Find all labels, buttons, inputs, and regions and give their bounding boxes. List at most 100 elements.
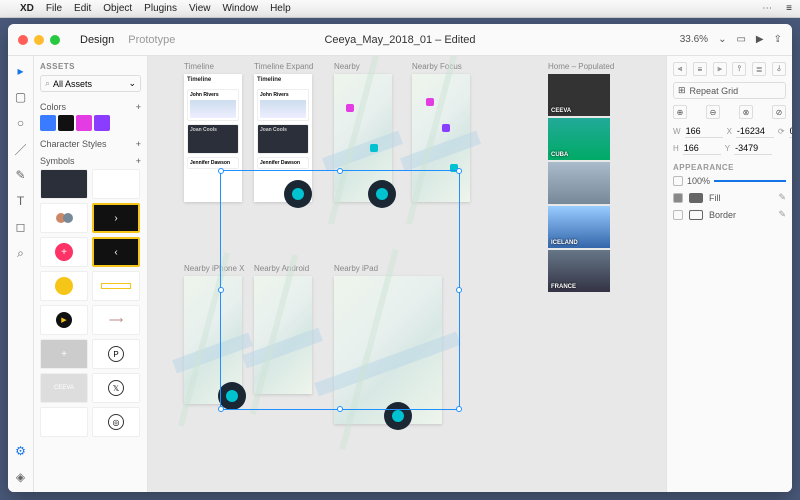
zoom-level[interactable]: 33.6% xyxy=(680,34,708,45)
symbol-item[interactable]: + xyxy=(40,237,88,267)
height-input[interactable] xyxy=(683,142,721,155)
menu-edit[interactable]: Edit xyxy=(74,3,91,14)
symbol-item[interactable] xyxy=(40,169,88,199)
eyedropper-icon[interactable]: ✎ xyxy=(778,209,786,220)
map-pin-icon xyxy=(346,104,354,112)
boolean-exclude-icon[interactable]: ⊘ xyxy=(772,105,786,119)
fill-swatch[interactable] xyxy=(689,193,703,203)
color-swatch[interactable] xyxy=(76,115,92,131)
line-tool-icon[interactable]: ／ xyxy=(12,140,30,158)
menu-window[interactable]: Window xyxy=(222,3,258,14)
boolean-add-icon[interactable]: ⊕ xyxy=(673,105,687,119)
play-icon[interactable]: ▶ xyxy=(756,34,764,45)
artboard-home-populated[interactable]: Home – Populated CEEVA CUBA ICELAND FRAN… xyxy=(548,74,610,294)
menubar-list-icon[interactable]: ≡ xyxy=(786,3,792,14)
rotation-input[interactable] xyxy=(789,125,792,138)
menu-file[interactable]: File xyxy=(46,3,62,14)
mode-design[interactable]: Design xyxy=(80,34,114,46)
menu-view[interactable]: View xyxy=(189,3,211,14)
border-checkbox[interactable] xyxy=(673,210,683,220)
align-left-icon[interactable]: ⫷ xyxy=(673,62,687,76)
resize-handle[interactable] xyxy=(218,406,224,412)
color-swatches xyxy=(40,115,141,131)
resize-handle[interactable] xyxy=(218,168,224,174)
resize-handle[interactable] xyxy=(337,406,343,412)
zoom-tool-icon[interactable]: ⌕ xyxy=(12,244,30,262)
add-charstyle-icon[interactable]: + xyxy=(136,139,141,149)
symbol-item[interactable]: ‹ xyxy=(92,237,140,267)
symbol-item[interactable]: 𝕏 xyxy=(92,373,140,403)
boolean-intersect-icon[interactable]: ⊗ xyxy=(739,105,753,119)
add-symbol-icon[interactable]: + xyxy=(136,156,141,166)
align-middle-v-icon[interactable]: ≣ xyxy=(752,62,766,76)
symbol-item[interactable] xyxy=(40,203,88,233)
select-tool-icon[interactable]: ▸ xyxy=(12,62,30,80)
align-top-icon[interactable]: ⫯ xyxy=(732,62,746,76)
align-bottom-icon[interactable]: ⫰ xyxy=(772,62,786,76)
symbol-item[interactable]: P xyxy=(92,339,140,369)
fullscreen-icon[interactable] xyxy=(50,35,60,45)
charstyles-section-header[interactable]: Character Styles + xyxy=(40,139,141,149)
menu-help[interactable]: Help xyxy=(270,3,291,14)
colors-section-header[interactable]: Colors + xyxy=(40,102,141,112)
ellipse-tool-icon[interactable]: ○ xyxy=(12,114,30,132)
symbol-item[interactable]: CEEVA xyxy=(40,373,88,403)
text-tool-icon[interactable]: T xyxy=(12,192,30,210)
symbol-item[interactable]: › xyxy=(92,203,140,233)
color-swatch[interactable] xyxy=(58,115,74,131)
layers-icon[interactable]: ◈ xyxy=(12,468,30,486)
minimize-icon[interactable] xyxy=(34,35,44,45)
symbol-item[interactable] xyxy=(92,169,140,199)
resize-handle[interactable] xyxy=(456,406,462,412)
design-canvas[interactable]: Timeline Timeline John Rivers Joan Cools… xyxy=(148,56,666,492)
symbol-item[interactable] xyxy=(40,407,88,437)
timeline-card: Joan Cools xyxy=(187,124,239,154)
opacity-value: 100% xyxy=(687,176,710,186)
eyedropper-icon[interactable]: ✎ xyxy=(778,192,786,203)
resize-handle[interactable] xyxy=(456,168,462,174)
plugins-icon[interactable]: ⚙ xyxy=(12,442,30,460)
pen-tool-icon[interactable]: ✎ xyxy=(12,166,30,184)
align-center-h-icon[interactable]: ≡ xyxy=(693,62,707,76)
x-input[interactable] xyxy=(736,125,774,138)
opacity-slider[interactable] xyxy=(714,180,786,182)
artboard-tool-icon[interactable]: ◻ xyxy=(12,218,30,236)
symbols-section-header[interactable]: Symbols + xyxy=(40,156,141,166)
menu-plugins[interactable]: Plugins xyxy=(144,3,177,14)
opacity-control[interactable]: 100% xyxy=(673,176,786,186)
selection-box[interactable] xyxy=(220,170,460,410)
fill-checkbox[interactable] xyxy=(673,193,683,203)
device-preview-icon[interactable]: ▭ xyxy=(736,34,745,45)
share-icon[interactable]: ⇪ xyxy=(774,34,782,45)
color-swatch[interactable] xyxy=(94,115,110,131)
boolean-subtract-icon[interactable]: ⊖ xyxy=(706,105,720,119)
border-swatch[interactable] xyxy=(689,210,703,220)
mode-switcher: Design Prototype xyxy=(80,34,175,46)
symbol-item[interactable]: ▶ xyxy=(40,305,88,335)
symbol-item[interactable] xyxy=(92,271,140,301)
width-input[interactable] xyxy=(685,125,723,138)
menu-object[interactable]: Object xyxy=(103,3,132,14)
resize-handle[interactable] xyxy=(337,168,343,174)
close-icon[interactable] xyxy=(18,35,28,45)
assets-filter-dropdown[interactable]: ⌕ All Assets ⌄ xyxy=(40,75,141,92)
symbol-item[interactable]: ◎ xyxy=(92,407,140,437)
repeat-grid-button[interactable]: ⊞ Repeat Grid xyxy=(673,82,786,99)
symbol-item[interactable]: ⟶ xyxy=(92,305,140,335)
y-input[interactable] xyxy=(734,142,772,155)
symbol-item[interactable] xyxy=(40,271,88,301)
rectangle-tool-icon[interactable]: ▢ xyxy=(12,88,30,106)
resize-handle[interactable] xyxy=(456,287,462,293)
add-color-icon[interactable]: + xyxy=(136,102,141,112)
symbol-item[interactable]: + xyxy=(40,339,88,369)
app-name[interactable]: XD xyxy=(20,3,34,14)
resize-handle[interactable] xyxy=(218,287,224,293)
menubar-extras-icon[interactable]: ⋯ xyxy=(762,3,774,14)
boolean-ops: ⊕ ⊖ ⊗ ⊘ xyxy=(673,105,786,119)
color-swatch[interactable] xyxy=(40,115,56,131)
align-right-icon[interactable]: ⫸ xyxy=(713,62,727,76)
app-window: Design Prototype Ceeya_May_2018_01 – Edi… xyxy=(8,24,792,492)
chevron-down-icon[interactable]: ⌄ xyxy=(718,34,726,45)
mode-prototype[interactable]: Prototype xyxy=(128,34,175,46)
timeline-card: Joan Cools xyxy=(257,124,309,154)
